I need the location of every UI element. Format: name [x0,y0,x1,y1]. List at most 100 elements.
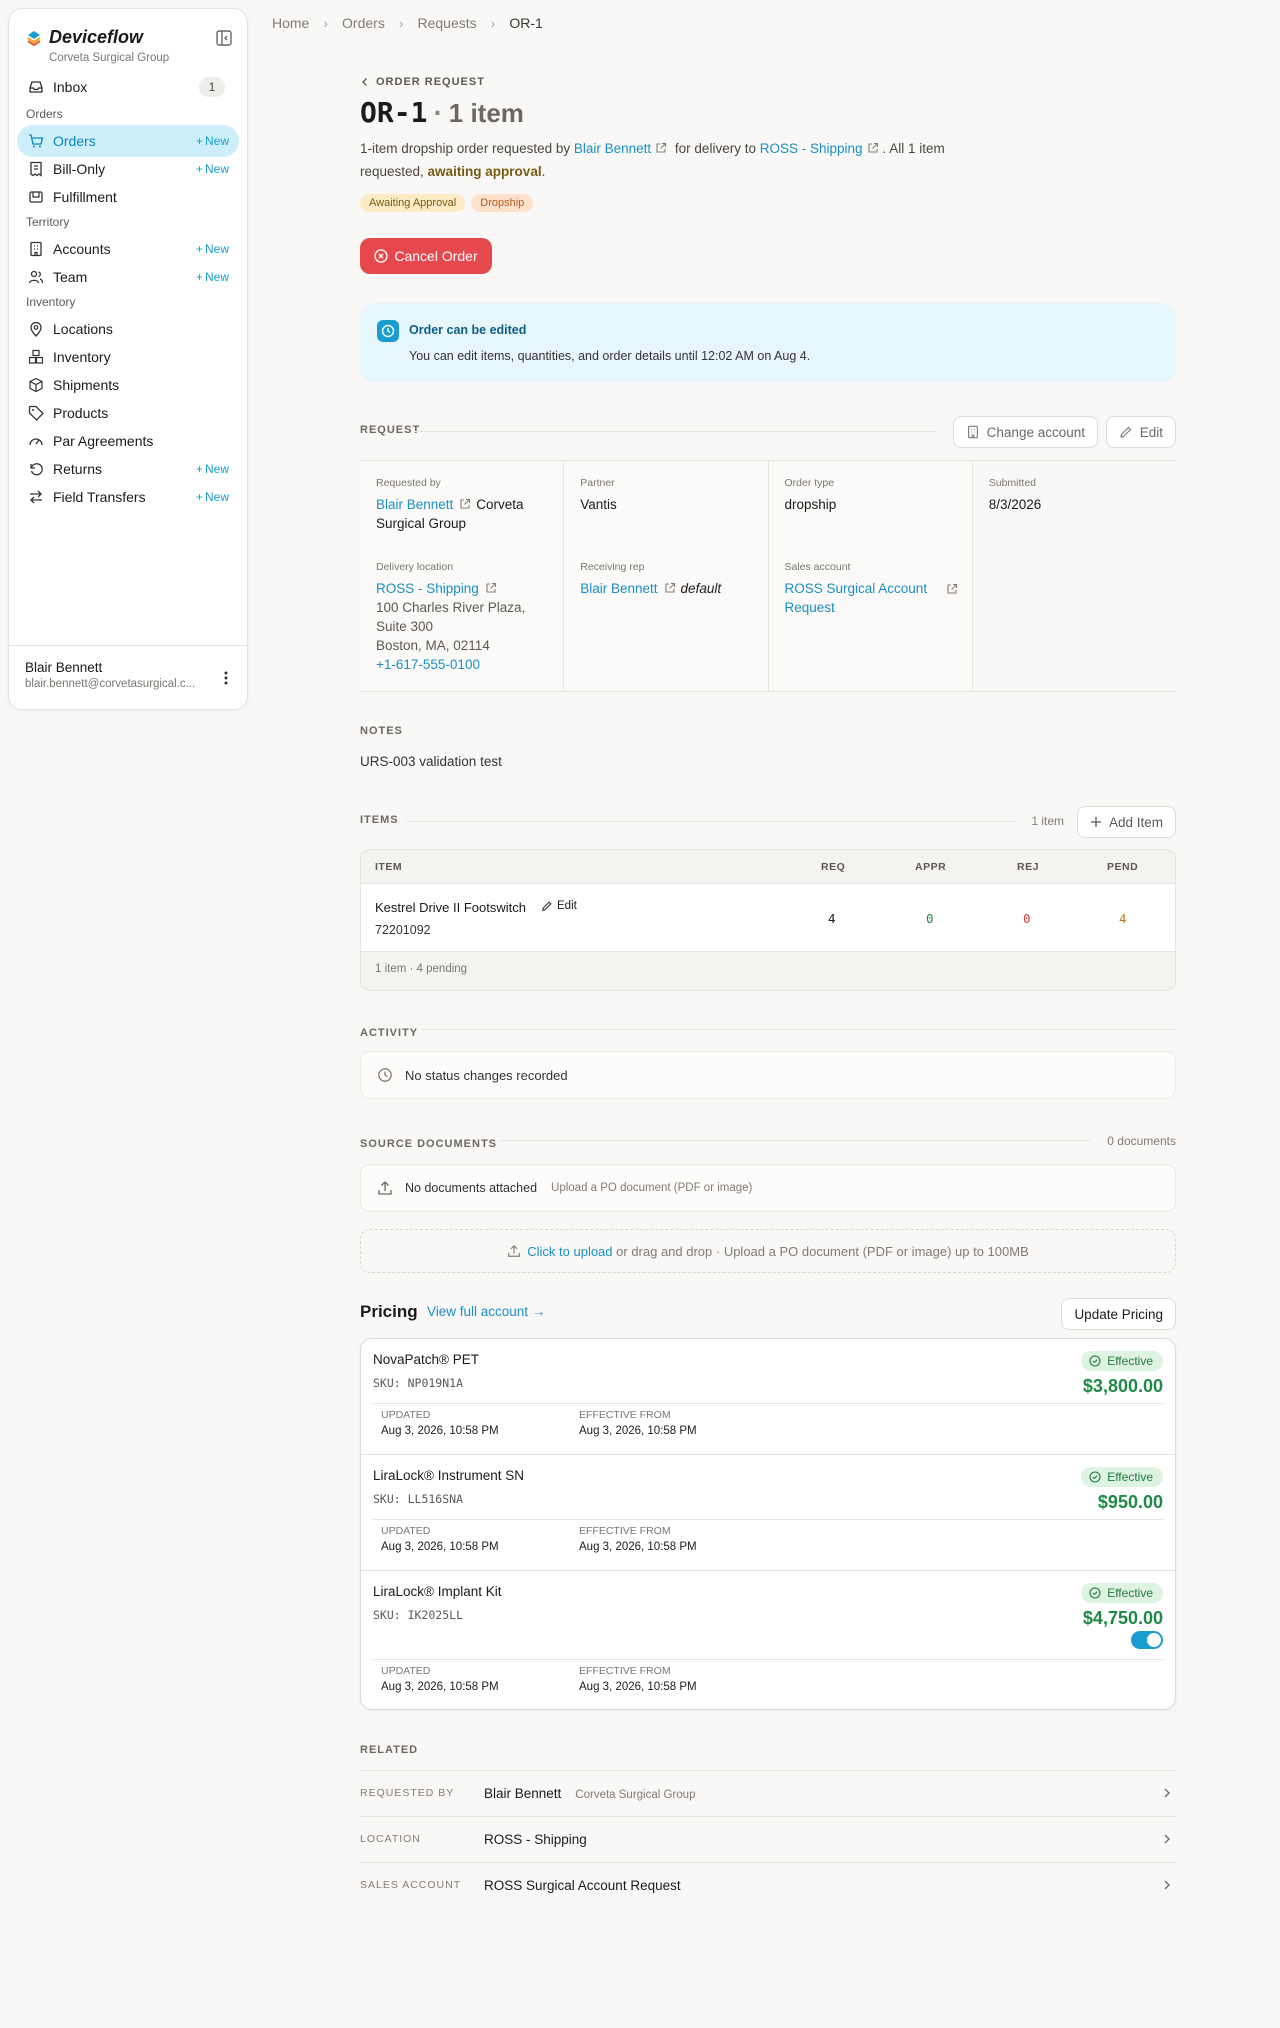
check-circle-icon [1089,1471,1101,1483]
external-link-icon[interactable] [867,142,879,154]
view-full-account-link[interactable]: View full account → [427,1304,545,1319]
tag-icon [27,404,45,422]
sales-account-line: Request [784,600,835,615]
new-account-link[interactable]: + New [196,242,229,256]
edit-item-button[interactable]: Edit [541,900,577,912]
product-price: $3,800.00 [1082,1376,1163,1396]
related-row-requested-by[interactable]: REQUESTED BY Blair Bennett Corveta Surgic… [360,1770,1176,1816]
requester-link[interactable]: Blair Bennett [574,141,651,156]
sidebar-item-field-transfers[interactable]: Field Transfers + New [17,481,239,513]
items-table: ITEM REQ APPR REJ PEND Kestrel Drive II … [360,849,1176,991]
user-menu[interactable]: Blair Bennett blair.bennett@corvetasurgi… [9,645,247,704]
new-return-link[interactable]: + New [196,462,229,476]
qty-rejected: 0 [1023,911,1031,926]
breadcrumb-requests[interactable]: Requests [418,15,477,31]
pricing-item: LiraLock® Instrument SN SKU: LL516SNA Ef… [373,1455,1163,1571]
product-name: LiraLock® Implant Kit [373,1584,502,1599]
external-link-icon[interactable] [459,498,471,510]
back-to-order-requests-link[interactable]: ORDER REQUEST [360,76,485,88]
inbox-count-badge: 1 [199,77,225,97]
column-header-req: REQ [821,861,846,873]
external-link-icon[interactable] [655,142,667,154]
sidebar-item-label: Team [53,269,88,285]
breadcrumb-orders[interactable]: Orders [342,15,385,31]
brand[interactable]: Deviceflow Corveta Surgical Group [25,27,169,64]
delivery-phone-link[interactable]: +1-617-555-0100 [376,657,480,672]
new-label: New [204,134,229,148]
effective-from-label: EFFECTIVE FROM [579,1665,671,1677]
new-field-transfer-link[interactable]: + New [196,490,229,504]
request-section-header: REQUEST Change account Edit [360,416,1176,448]
update-pricing-button[interactable]: Update Pricing [1061,1298,1176,1330]
sidebar-item-fulfillment[interactable]: Fulfillment [17,181,239,213]
status-label: Effective [1107,1470,1153,1484]
field-label: Order type [784,477,835,489]
more-vertical-icon[interactable] [223,670,229,686]
product-price: $950.00 [1097,1492,1163,1512]
check-circle-icon [1089,1355,1101,1367]
new-label: New [204,242,229,256]
receiving-rep-link[interactable]: Blair Bennett [580,581,657,596]
related-row-location[interactable]: LOCATION ROSS - Shipping [360,1816,1176,1862]
activity-section-header: ACTIVITY [360,1023,1176,1039]
new-order-link[interactable]: + New [196,134,229,148]
external-link-icon[interactable] [664,582,676,594]
requested-by-value: Blair Bennett Corveta Surgical Group [376,495,547,533]
related-sub: Corveta Surgical Group [575,1789,696,1801]
desc-text: . [541,164,546,179]
breadcrumb-home[interactable]: Home [272,15,309,31]
delivery-location-block: Delivery location ROSS - Shipping 100 Ch… [376,561,551,674]
related-value-text: Blair Bennett [484,1786,562,1801]
pricing-meta: UPDATED Aug 3, 2026, 10:58 PM EFFECTIVE … [373,1519,1163,1571]
cancel-order-button[interactable]: Cancel Order [360,238,492,274]
upload-icon [508,1244,521,1257]
undo-icon [27,460,45,478]
external-link-icon[interactable] [485,582,497,594]
edit-label: Edit [557,900,577,912]
partner-value: Vantis [580,497,617,512]
related-label: RELATED [360,1744,419,1756]
sales-account-link[interactable]: ROSS Surgical Account Request [785,579,945,617]
location-link[interactable]: ROSS - Shipping [760,141,863,156]
address-line: Suite 300 [376,619,434,634]
pencil-icon [1119,426,1132,438]
updated-value: Aug 3, 2026, 10:58 PM [381,1681,499,1693]
related-row-sales-account[interactable]: SALES ACCOUNT ROSS Surgical Account Requ… [360,1862,1176,1908]
edit-request-button[interactable]: Edit [1105,416,1176,448]
chevron-right-icon: › [323,15,329,31]
delivery-location-link[interactable]: ROSS - Shipping [376,581,479,596]
back-label: ORDER REQUEST [376,76,485,88]
items-count: 1 item [1031,814,1064,828]
effective-badge: Effective [1081,1351,1163,1371]
documents-hint: Upload a PO document (PDF or image) [551,1182,753,1194]
product-price: $4,750.00 [1082,1608,1163,1628]
x-circle-icon [374,249,389,263]
divider [500,1140,1090,1141]
map-pin-icon [27,320,45,338]
nav-section-inventory: Inventory [26,295,76,309]
upload-dropzone[interactable]: Click to upload or drag and drop · Uploa… [360,1229,1176,1273]
requested-by-link[interactable]: Blair Bennett [376,497,453,512]
chevron-right-icon [1164,1834,1170,1844]
divider [415,431,936,432]
boxes-icon [27,348,45,366]
new-bill-only-link[interactable]: + New [196,162,229,176]
documents-empty-state: No documents attached Upload a PO docume… [360,1164,1176,1212]
sidebar-item-inbox[interactable]: Inbox 1 [17,71,239,103]
documents-count: 0 documents [1107,1134,1176,1148]
order-description: 1-item dropship order requested by Blair… [360,137,1000,183]
new-team-link[interactable]: + New [196,270,229,284]
collapse-sidebar-icon[interactable] [215,29,233,47]
add-item-button[interactable]: Add Item [1076,806,1176,838]
effective-badge: Effective [1081,1583,1163,1603]
field-label: Sales account [784,561,851,573]
change-account-button[interactable]: Change account [952,416,1098,448]
items-section-header: ITEMS 1 item Add Item [360,806,1176,838]
click-to-upload-link[interactable]: Click to upload [527,1244,612,1259]
order-type-value: dropship [784,497,837,512]
order-type-column: Order type dropship Sales account ROSS S… [768,461,973,691]
sidebar-item-team[interactable]: Team + New [17,261,239,293]
pricing-toggle[interactable] [1131,1631,1163,1649]
external-link-icon[interactable] [946,583,958,595]
qty-requested: 4 [828,911,836,926]
